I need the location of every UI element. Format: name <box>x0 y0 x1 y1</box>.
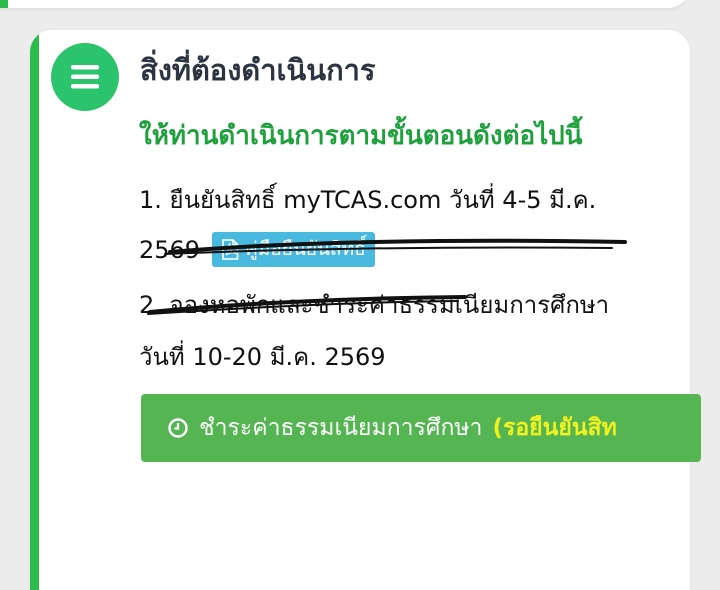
pay-tuition-label: ชำระค่าธรรมเนียมการศึกษา <box>199 415 483 441</box>
step1-date-row: 2569 คู่มือยืนยันสิทธิ์ <box>139 232 375 267</box>
pdf-icon <box>221 238 239 260</box>
section-subtitle: ให้ท่านดำเนินการตามขั้นตอนดังต่อไปนี้ <box>139 121 583 151</box>
step1-year: 2569 <box>139 235 201 264</box>
previous-card-accent <box>0 0 8 8</box>
step2-date: วันที่ 10-20 มี.ค. 2569 <box>139 343 386 371</box>
step2-text: 2. จองหอพักและชำระค่าธรรมเนียมการศึกษา <box>139 291 610 319</box>
step1-text: 1. ยืนยันสิทธิ์ myTCAS.com วันที่ 4-5 มี… <box>139 186 597 214</box>
card-accent-bar <box>30 30 39 590</box>
confirm-manual-button[interactable]: คู่มือยืนยันสิทธิ์ <box>212 232 375 267</box>
clock-icon <box>167 417 189 439</box>
section-title: สิ่งที่ต้องดำเนินการ <box>140 53 376 87</box>
hamburger-menu-icon <box>51 43 119 111</box>
pay-tuition-button[interactable]: ชำระค่าธรรมเนียมการศึกษา (รอยืนยันสิท <box>141 394 701 462</box>
pay-status-text: (รอยืนยันสิท <box>492 415 617 441</box>
previous-card <box>0 0 690 8</box>
confirm-manual-label: คู่มือยืนยันสิทธิ์ <box>245 238 366 260</box>
